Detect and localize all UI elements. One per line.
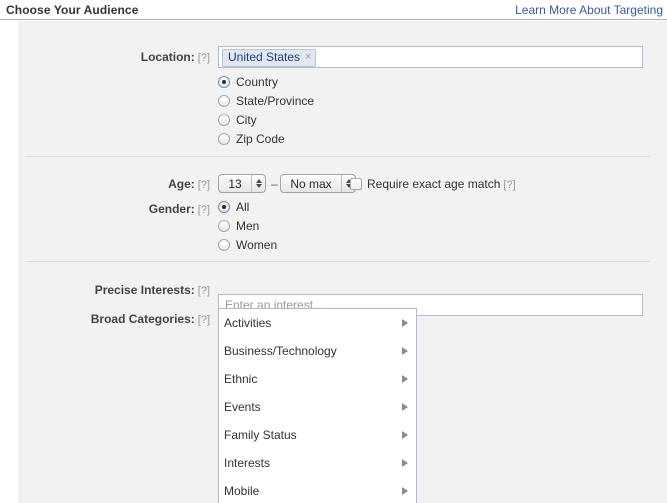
chevron-right-icon [402,487,408,495]
category-label: Activities [224,316,272,330]
category-label: Mobile [224,484,260,498]
category-label: Business/Technology [224,344,337,358]
precise-interests-label: Precise Interests: [?] [94,283,210,297]
location-label: Location: [?] [140,50,210,64]
chevron-right-icon [402,319,408,327]
location-token-label: United States [228,50,301,64]
location-option-city[interactable]: City [218,113,257,127]
gender-option-men[interactable]: Men [218,219,259,233]
require-exact-age-match-checkbox[interactable] [350,178,362,190]
list-item[interactable]: Family Status [219,421,416,449]
location-option-state-province[interactable]: State/Province [218,94,314,108]
section-divider [25,261,650,262]
gender-option-label: Men [236,219,260,233]
radio-icon[interactable] [218,114,230,126]
list-item[interactable]: Events [219,393,416,421]
chevron-right-icon [402,403,408,411]
location-option-label: City [236,113,257,127]
chevron-right-icon [402,375,408,383]
radio-icon[interactable] [218,76,230,88]
location-help-icon[interactable]: [?] [198,52,210,64]
precise-interests-help-icon[interactable]: [?] [198,285,210,297]
age-min-value: 13 [228,176,242,191]
gender-help-icon[interactable]: [?] [198,204,210,216]
category-label: Ethnic [224,372,258,386]
chevron-right-icon [402,431,408,439]
location-token-united-states[interactable]: United States × [222,49,317,67]
location-input[interactable]: United States × [218,46,643,68]
require-exact-age-match-label: Require exact age match [?] [367,177,516,191]
gender-option-label: All [236,200,250,214]
section-divider [25,156,650,157]
age-label: Age: [?] [168,177,210,191]
audience-targeting-screen: Choose Your Audience Learn More About Ta… [0,0,667,503]
list-item[interactable]: Ethnic [219,365,416,393]
age-min-select[interactable]: 13 [218,174,266,193]
list-item[interactable]: Interests [219,449,416,477]
gender-label: Gender: [?] [148,202,210,216]
exact-age-help-icon[interactable]: [?] [503,179,515,191]
location-option-label: State/Province [236,94,315,108]
radio-icon[interactable] [218,133,230,145]
age-range-separator: – [271,177,278,191]
age-help-icon[interactable]: [?] [198,179,210,191]
radio-icon[interactable] [218,95,230,107]
broad-categories-label: Broad Categories: [?] [90,312,210,326]
list-item[interactable]: Mobile [219,477,416,503]
close-icon[interactable]: × [305,51,311,64]
location-option-label: Zip Code [236,132,285,146]
chevron-right-icon [402,459,408,467]
radio-icon[interactable] [218,239,230,251]
chevron-right-icon [402,347,408,355]
learn-more-about-targeting-link[interactable]: Learn More About Targeting [515,3,663,17]
location-option-label: Country [236,75,279,89]
broad-categories-list: Activities Business/Technology Ethnic Ev… [218,308,417,503]
section-header: Choose Your Audience Learn More About Ta… [0,0,667,20]
age-max-select[interactable]: No max [280,174,356,193]
radio-icon[interactable] [218,201,230,213]
list-item[interactable]: Activities [219,309,416,337]
radio-icon[interactable] [218,220,230,232]
age-max-value: No max [290,176,332,191]
gender-option-label: Women [236,238,278,252]
audience-form-panel: Location: [?] United States × Country Sta… [18,21,667,503]
category-label: Family Status [224,428,297,442]
stepper-icon[interactable] [251,175,265,192]
broad-categories-help-icon[interactable]: [?] [198,314,210,326]
list-item[interactable]: Business/Technology [219,337,416,365]
gender-option-all[interactable]: All [218,200,249,214]
location-option-zip-code[interactable]: Zip Code [218,132,285,146]
location-option-country[interactable]: Country [218,75,278,89]
gender-option-women[interactable]: Women [218,238,277,252]
category-label: Interests [224,456,271,470]
page-title: Choose Your Audience [6,3,139,17]
category-label: Events [224,400,261,414]
